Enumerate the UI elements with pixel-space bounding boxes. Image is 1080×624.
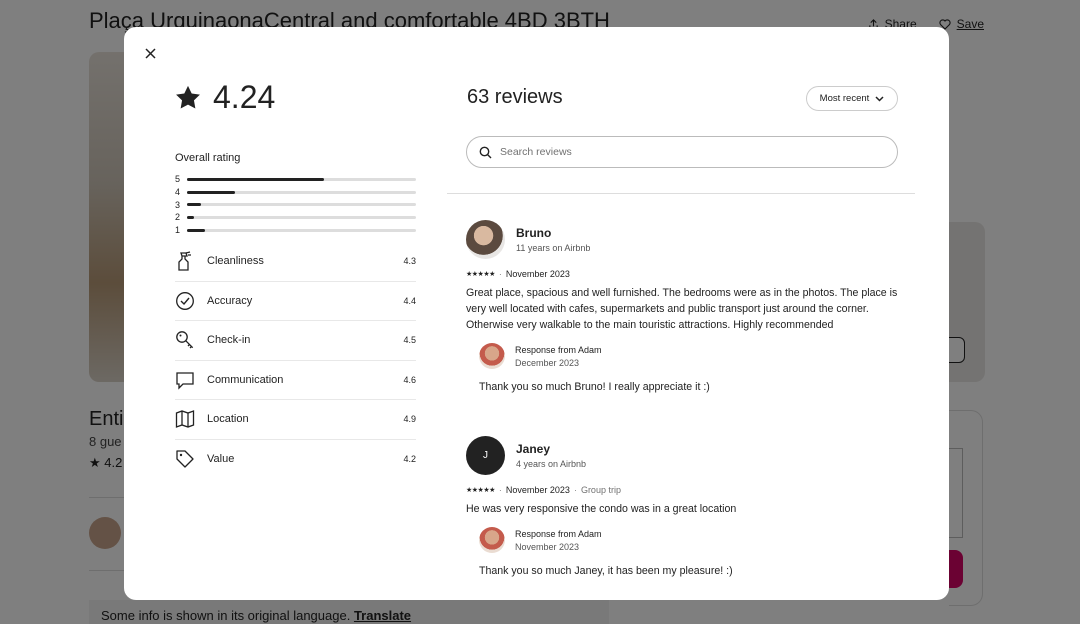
histogram-row: 2: [175, 211, 416, 224]
host-avatar[interactable]: [479, 527, 505, 553]
meta-separator: ·: [573, 485, 577, 495]
check-circle-icon: [175, 291, 207, 311]
category-row-cleanliness: Cleanliness 4.3: [175, 242, 416, 282]
response-from: Response from Adam: [515, 528, 602, 539]
reviews-count-title: 63 reviews: [467, 86, 563, 108]
review-text: Great place, spacious and well furnished…: [466, 287, 898, 331]
category-label: Location: [207, 413, 249, 426]
review-item: Bruno 11 years on Airbnb ★★★★★ · Novembe…: [466, 220, 906, 393]
review-meta: ★★★★★ · November 2023: [466, 269, 906, 279]
histogram-star-label: 3: [175, 199, 181, 210]
response-from: Response from Adam: [515, 344, 602, 355]
histogram-track: [187, 190, 416, 194]
chevron-down-icon: [875, 95, 884, 102]
histogram-star-label: 4: [175, 187, 181, 198]
reviewer-tenure: 11 years on Airbnb: [516, 243, 591, 253]
category-value: 4.5: [403, 335, 416, 346]
divider: [447, 193, 915, 194]
overall-rating-value: 4.24: [213, 79, 276, 115]
histogram-fill: [187, 203, 201, 207]
histogram-track: [187, 177, 416, 181]
category-value: 4.4: [403, 295, 416, 306]
histogram-row: 5: [175, 173, 416, 186]
meta-separator: ·: [498, 269, 502, 279]
histogram-fill: [187, 215, 194, 219]
response-date: November 2023: [515, 541, 580, 552]
close-button[interactable]: [140, 43, 160, 63]
histogram-track: [187, 203, 416, 207]
review-item: J Janey 4 years on Airbnb ★★★★★ · Novemb…: [466, 436, 906, 577]
category-label: Value: [207, 453, 235, 466]
reviews-modal: 4.24 Overall rating 5 43 2 1 Cleanliness 4.3…: [124, 27, 949, 600]
histogram-star-label: 2: [175, 212, 181, 223]
tag-icon: [175, 449, 207, 469]
reviewer-name: Janey: [516, 442, 551, 456]
search-reviews-input[interactable]: [500, 146, 880, 158]
histogram-row: 3: [175, 198, 416, 211]
review-header: J Janey 4 years on Airbnb: [466, 436, 906, 475]
category-value: 4.2: [403, 454, 416, 465]
overall-rating-label: Overall rating: [175, 152, 241, 164]
review-date: November 2023: [505, 269, 570, 279]
overall-rating: 4.24: [175, 79, 275, 116]
reviewer-avatar[interactable]: J: [466, 436, 505, 475]
reviewer-avatar[interactable]: [466, 220, 505, 259]
response-text: Thank you so much Janey, it has been my …: [479, 565, 733, 577]
histogram-track: [187, 215, 416, 219]
close-icon: [144, 47, 156, 59]
histogram-fill: [187, 228, 206, 232]
star-icon: [176, 85, 200, 109]
trip-type: Group trip: [580, 485, 621, 495]
sort-dropdown-label: Most recent: [819, 93, 870, 104]
search-icon: [479, 146, 492, 158]
key-icon: [175, 330, 207, 350]
category-value: 4.9: [403, 414, 416, 425]
histogram-fill: [187, 190, 236, 194]
chat-bubble-icon: [175, 370, 207, 390]
host-response-header: Response from Adam November 2023: [479, 527, 906, 553]
spray-bottle-icon: [175, 250, 207, 272]
sort-dropdown[interactable]: Most recent: [806, 86, 898, 111]
reviewer-tenure: 4 years on Airbnb: [516, 459, 587, 469]
category-row-communication: Communication 4.6: [175, 361, 416, 400]
review-header: Bruno 11 years on Airbnb: [466, 220, 906, 259]
host-response: Response from Adam December 2023 Thank y…: [479, 343, 906, 393]
host-response: Response from Adam November 2023 Thank y…: [479, 527, 906, 577]
category-value: 4.3: [403, 256, 416, 267]
review-stars: ★★★★★: [466, 271, 495, 278]
response-date: December 2023: [515, 357, 580, 368]
category-row-value: Value 4.2: [175, 440, 416, 480]
category-label: Cleanliness: [207, 255, 264, 268]
category-row-accuracy: Accuracy 4.4: [175, 282, 416, 321]
meta-separator: ·: [498, 485, 502, 495]
host-response-header: Response from Adam December 2023: [479, 343, 906, 369]
response-text: Thank you so much Bruno! I really apprec…: [479, 381, 710, 393]
search-reviews-field[interactable]: [466, 136, 898, 168]
category-row-location: Location 4.9: [175, 400, 416, 440]
histogram-star-label: 5: [175, 174, 181, 185]
category-value: 4.6: [403, 374, 416, 385]
category-label: Communication: [207, 373, 284, 386]
review-stars: ★★★★★: [466, 487, 495, 494]
category-label: Accuracy: [207, 294, 253, 307]
histogram-row: 1: [175, 224, 416, 237]
histogram-star-label: 1: [175, 225, 181, 236]
review-text: He was very responsive the condo was in …: [466, 503, 737, 515]
histogram-fill: [187, 177, 325, 181]
category-label: Check-in: [207, 334, 251, 347]
category-ratings: Cleanliness 4.3 Accuracy 4.4 Check-in 4.5 Comm…: [175, 242, 416, 479]
review-date: November 2023: [505, 485, 570, 495]
host-avatar[interactable]: [479, 343, 505, 369]
reviewer-name: Bruno: [516, 226, 552, 240]
map-icon: [175, 409, 207, 429]
histogram-track: [187, 228, 416, 232]
category-row-check-in: Check-in 4.5: [175, 321, 416, 361]
review-meta: ★★★★★ · November 2023 · Group trip: [466, 485, 906, 495]
histogram-row: 4: [175, 186, 416, 199]
rating-histogram: 5 43 2 1: [175, 173, 416, 236]
